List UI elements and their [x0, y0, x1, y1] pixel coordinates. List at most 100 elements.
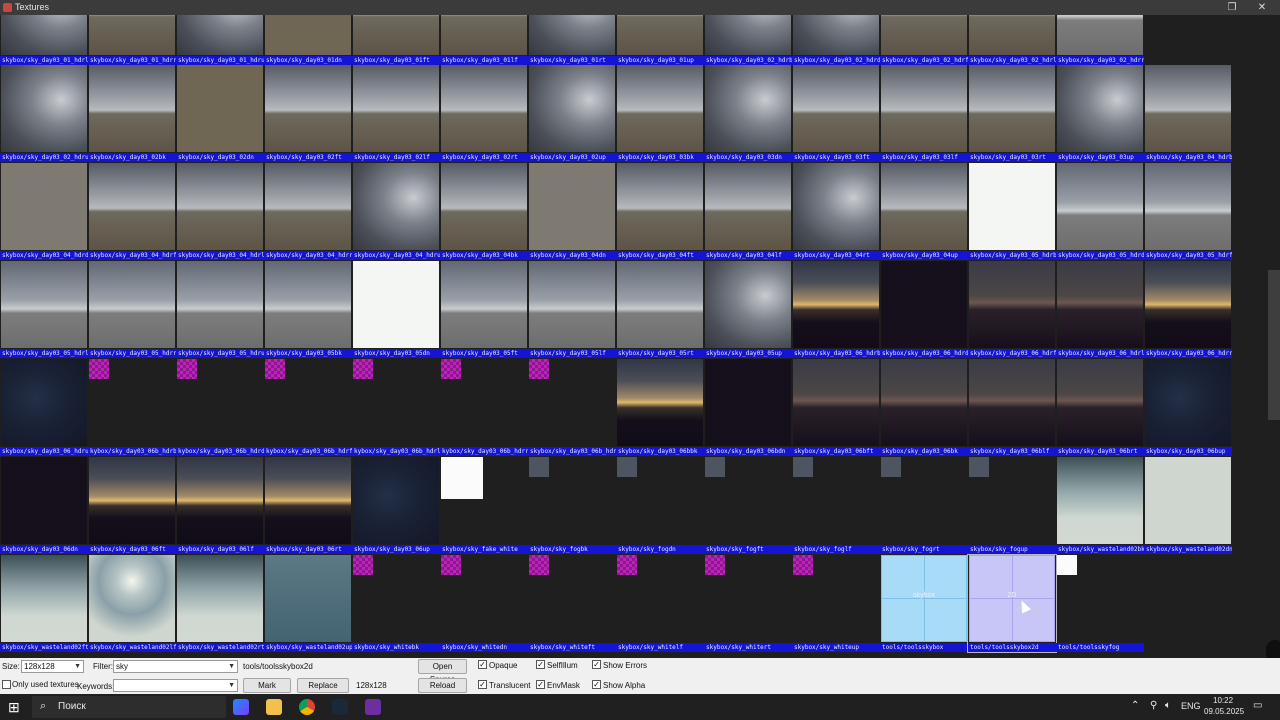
- texture-tile[interactable]: skybox/sky_day03_03rt: [968, 65, 1056, 162]
- texture-tile[interactable]: skybox/sky_day03_06bbk: [616, 359, 704, 456]
- texture-tile[interactable]: skybox/sky_day03_06_hdrbk: [792, 261, 880, 358]
- texture-tile[interactable]: skybox/sky_whitert: [704, 555, 792, 652]
- file-explorer-icon[interactable]: [266, 699, 282, 715]
- texture-tile[interactable]: skybox/sky_day03_06up: [352, 457, 440, 554]
- texture-tile[interactable]: skybox/sky_day03_02ft: [264, 65, 352, 162]
- texture-tile[interactable]: skybox/sky_day03_03bk: [616, 65, 704, 162]
- texture-tile[interactable]: skybox/sky_day03_06_hdrft: [968, 261, 1056, 358]
- replace-button[interactable]: Replace: [297, 678, 349, 693]
- texture-tile[interactable]: skybox/sky_fake_white: [440, 457, 528, 554]
- texture-tile[interactable]: skybox/sky_day03_06_hdrrt: [1144, 261, 1232, 358]
- translucent-checkbox[interactable]: ✓: [478, 680, 487, 689]
- size-select[interactable]: 128x128 ▼: [21, 660, 84, 673]
- texture-tile[interactable]: skybox/sky_day03_02dn: [176, 65, 264, 162]
- texture-tile[interactable]: skybox/sky_day03_02up: [528, 65, 616, 162]
- texture-tile[interactable]: skybox/sky_day03_05_hdrlf: [0, 261, 88, 358]
- texture-tile[interactable]: skybox/sky_day03_04bk: [440, 163, 528, 260]
- clock-date[interactable]: 09.05.2025: [1204, 707, 1244, 716]
- texture-tile[interactable]: kybox/sky_day03_06b_hdrrt: [440, 359, 528, 456]
- scrollbar-thumb[interactable]: [1268, 270, 1280, 420]
- texture-tile[interactable]: skybox/sky_day03_02_hdrft: [880, 15, 968, 65]
- texture-tile[interactable]: skybox/sky_day03_04_hdrdn: [0, 163, 88, 260]
- texture-tile[interactable]: skybox/sky_day03_06lf: [176, 457, 264, 554]
- texture-tile[interactable]: skybox/sky_day03_05_hdrdn: [1056, 163, 1144, 260]
- texture-tile[interactable]: skybox/sky_wasteland02ft: [0, 555, 88, 652]
- clock-time[interactable]: 10:22: [1213, 696, 1233, 705]
- windows-start-icon[interactable]: ⊞: [8, 699, 24, 715]
- texture-tile[interactable]: skybox/sky_day03_06brt: [1056, 359, 1144, 456]
- texture-tile[interactable]: skybox/sky_day03_04lf: [704, 163, 792, 260]
- texture-tile[interactable]: skybox/sky_day03_01rt: [528, 15, 616, 65]
- texture-tile[interactable]: skybox/sky_day03_06_hdrlf: [1056, 261, 1144, 358]
- texture-tile[interactable]: kybox/sky_day03_06b_hdrbk: [88, 359, 176, 456]
- texture-tile[interactable]: skybox/sky_wasteland02bk: [1056, 457, 1144, 554]
- texture-tile[interactable]: skybox/sky_day03_04_hdrrt: [264, 163, 352, 260]
- texture-tile[interactable]: skybox/sky_day03_06bup: [1144, 359, 1232, 456]
- texture-tile[interactable]: skybox/sky_day03_02_hdrdn: [792, 15, 880, 65]
- texture-tile[interactable]: skybox/sky_day03_06dn: [0, 457, 88, 554]
- language-indicator[interactable]: ENG: [1181, 701, 1201, 711]
- restore-icon[interactable]: ❐: [1222, 0, 1242, 15]
- close-icon[interactable]: ✕: [1252, 0, 1272, 15]
- texture-tile[interactable]: skybox/sky_day03_05rt: [616, 261, 704, 358]
- texture-tile[interactable]: skybox/sky_day03_03dn: [704, 65, 792, 162]
- texture-tile[interactable]: skybox/sky_day03_05ft: [440, 261, 528, 358]
- texture-tile[interactable]: skybox/sky_day03_04_hdrbk: [1144, 65, 1232, 162]
- texture-tile[interactable]: skybox/sky_wasteland02dn: [1144, 457, 1232, 554]
- texture-tile[interactable]: skybox/sky_day03_02_hdrrt: [1056, 15, 1144, 65]
- chrome-icon[interactable]: [299, 699, 315, 715]
- copilot-icon[interactable]: [233, 699, 249, 715]
- texture-tile[interactable]: skybox/sky_day03_01dn: [264, 15, 352, 65]
- texture-tile[interactable]: skybox/sky_day03_03lf: [880, 65, 968, 162]
- texture-tile[interactable]: skybox/sky_day03_06bdn: [704, 359, 792, 456]
- opaque-checkbox[interactable]: ✓: [478, 660, 487, 669]
- hammer-editor-icon[interactable]: [365, 699, 381, 715]
- texture-tile[interactable]: skybox/sky_day03_01_hdrlf: [0, 15, 88, 65]
- texture-tile[interactable]: skybox/sky_day03_06b_hdrup: [528, 359, 616, 456]
- texture-tile[interactable]: kybox/sky_day03_06b_hdrft: [264, 359, 352, 456]
- texture-tile[interactable]: skybox/sky_wasteland02rt: [176, 555, 264, 652]
- texture-tile[interactable]: skybox/sky_day03_06bft: [792, 359, 880, 456]
- texture-tile[interactable]: skybox/sky_day03_05bk: [264, 261, 352, 358]
- texture-tile[interactable]: skybox/sky_whitedn: [440, 555, 528, 652]
- texture-tile[interactable]: skybox/sky_day03_04ft: [616, 163, 704, 260]
- texture-tile[interactable]: skybox/sky_day03_04_hdrup: [352, 163, 440, 260]
- texture-tile[interactable]: skybox/sky_day03_04_hdrlf: [176, 163, 264, 260]
- texture-tile[interactable]: skybox/sky_day03_06_hdrdn: [880, 261, 968, 358]
- texture-tile[interactable]: skybox/sky_wasteland02up: [264, 555, 352, 652]
- texture-tile[interactable]: skybox/sky_day03_05_hdrft: [1144, 163, 1232, 260]
- texture-tile[interactable]: skybox/sky_day03_05lf: [528, 261, 616, 358]
- envmask-checkbox[interactable]: ✓: [536, 680, 545, 689]
- texture-tile[interactable]: skybox/sky_day03_05_hdrbk: [968, 163, 1056, 260]
- texture-tile[interactable]: skybox/sky_whitebk: [352, 555, 440, 652]
- texture-tile[interactable]: skybox/sky_day03_02rt: [440, 65, 528, 162]
- texture-tile[interactable]: 2D tools/toolsskybox2d: [967, 554, 1057, 653]
- keywords-input[interactable]: ▼: [113, 679, 238, 692]
- texture-tile[interactable]: skybox/sky_day03_03ft: [792, 65, 880, 162]
- only-used-textures-checkbox[interactable]: [2, 680, 11, 689]
- texture-tile[interactable]: skybox/sky_day03_02_hdrup: [0, 65, 88, 162]
- chevron-up-icon[interactable]: ⌃: [1131, 700, 1139, 711]
- reload-button[interactable]: Reload: [418, 678, 467, 693]
- texture-tile[interactable]: skybox/sky_day03_01lf: [440, 15, 528, 65]
- texture-tile[interactable]: skybox tools/toolsskybox: [880, 555, 968, 652]
- texture-tile[interactable]: skybox/sky_whiteup: [792, 555, 880, 652]
- texture-tile[interactable]: kybox/sky_day03_06b_hdrdn: [176, 359, 264, 456]
- texture-tile[interactable]: skybox/sky_day03_04dn: [528, 163, 616, 260]
- texture-tile[interactable]: skybox/sky_fogrt: [880, 457, 968, 554]
- texture-tile[interactable]: skybox/sky_wasteland02lf: [88, 555, 176, 652]
- texture-tile[interactable]: skybox/sky_whitelf: [616, 555, 704, 652]
- taskbar-search[interactable]: ⌕ Поиск: [32, 696, 226, 718]
- texture-tile[interactable]: skybox/sky_day03_05dn: [352, 261, 440, 358]
- texture-tile[interactable]: skybox/sky_day03_02bk: [88, 65, 176, 162]
- show-alpha-checkbox[interactable]: ✓: [592, 680, 601, 689]
- texture-tile[interactable]: skybox/sky_day03_06_hdrup: [0, 359, 88, 456]
- texture-tile[interactable]: skybox/sky_day03_06rt: [264, 457, 352, 554]
- texture-tile[interactable]: skybox/sky_foglf: [792, 457, 880, 554]
- texture-tile[interactable]: kybox/sky_day03_06b_hdrlf: [352, 359, 440, 456]
- texture-tile[interactable]: skybox/sky_fogft: [704, 457, 792, 554]
- texture-tile[interactable]: skybox/sky_day03_01ft: [352, 15, 440, 65]
- texture-tile[interactable]: skybox/sky_day03_02lf: [352, 65, 440, 162]
- texture-tile[interactable]: skybox/sky_day03_05up: [704, 261, 792, 358]
- texture-tile[interactable]: skybox/sky_day03_05_hdrup: [176, 261, 264, 358]
